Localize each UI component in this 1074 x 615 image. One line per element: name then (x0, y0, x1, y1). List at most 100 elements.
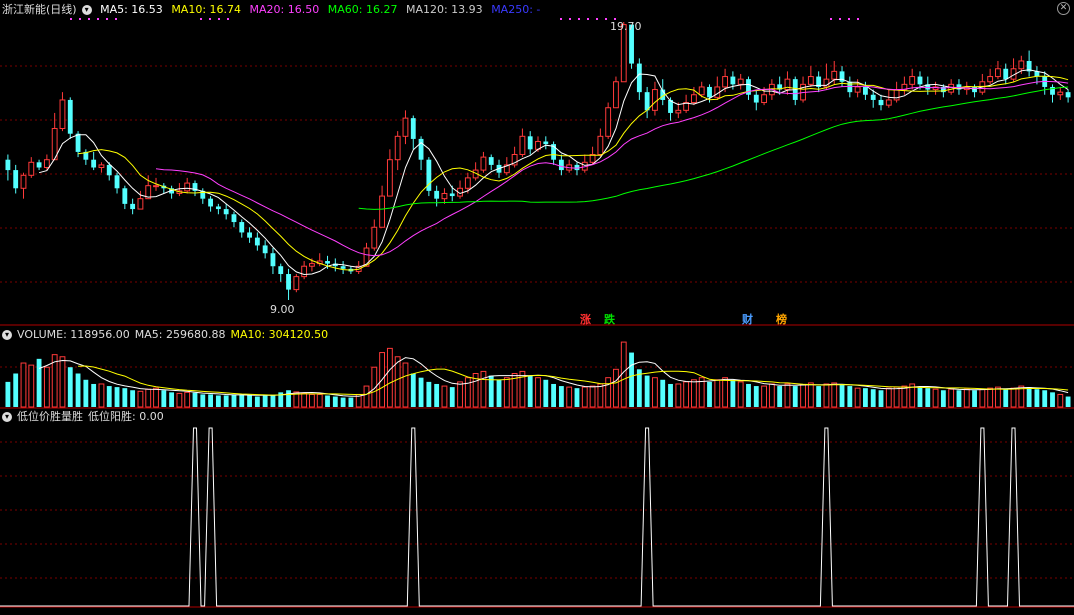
volume-value: VOLUME: 118956.00 (17, 328, 130, 341)
candle-up (28, 161, 35, 176)
volume-bar-up (714, 379, 721, 408)
volume-bar-down (239, 394, 245, 407)
volume-bar-down (169, 392, 175, 407)
candle-up (987, 76, 994, 83)
tag-fall[interactable]: 跌 (604, 311, 615, 327)
volume-bar-down (629, 352, 634, 407)
volume-bar-up (963, 388, 970, 408)
volume-bar-down (543, 379, 549, 407)
candle-down (223, 209, 229, 215)
tag-rank[interactable]: 榜 (776, 311, 787, 327)
volume-bar-down (91, 383, 97, 407)
volume-bar-down (792, 386, 798, 407)
signal-dot (578, 18, 580, 20)
volume-bar-up (885, 387, 892, 408)
volume-bar-up (137, 390, 144, 408)
volume-bar-up (613, 368, 619, 408)
volume-bar-up (457, 381, 463, 408)
volume-header: ▾ VOLUME: 118956.00 MA5: 259680.88 MA10: 30… (2, 327, 333, 343)
ma10-line (78, 75, 1069, 271)
volume-bar-up (43, 366, 50, 408)
tag-rise[interactable]: 涨 (580, 311, 591, 327)
candle-up (761, 94, 767, 104)
candle-down (870, 94, 876, 100)
volume-bar-down (130, 390, 136, 407)
candle-down (247, 232, 252, 238)
candle-up (698, 86, 705, 96)
volume-bar-down (753, 386, 759, 407)
candle-down (558, 159, 564, 171)
candle-up (402, 117, 409, 137)
signal-dot (88, 18, 90, 20)
volume-bar-up (893, 386, 900, 408)
indicator-name: 低位价胜量胜 (17, 410, 83, 423)
volume-bar-down (208, 394, 214, 407)
ma60-line (358, 86, 1069, 210)
signal-dot (227, 18, 229, 20)
candle-down (917, 76, 923, 85)
volume-bar-down (668, 383, 673, 407)
candle-up (652, 89, 658, 111)
candle-up (831, 70, 838, 80)
chart-canvas[interactable] (0, 0, 1074, 615)
volume-bar-down (215, 395, 221, 407)
volume-bar-down (449, 387, 455, 407)
volume-bar-down (106, 386, 112, 407)
candle-up (675, 109, 682, 114)
volume-bar-up (690, 379, 697, 408)
stock-chart-window[interactable]: 浙江新能(日线) ▾ MA5: 16.53 MA10: 16.74 MA20: 1… (0, 0, 1074, 615)
volume-bar-down (122, 388, 128, 407)
candle-down (278, 266, 284, 275)
volume-bar-down (746, 383, 751, 407)
candle-down (340, 266, 346, 269)
volume-bar-up (605, 377, 612, 408)
candle-down (972, 86, 977, 93)
candle-up (995, 68, 1001, 78)
candle-up (20, 174, 27, 189)
candle-down (878, 99, 884, 106)
candle-down (434, 190, 440, 199)
volume-bar-down (262, 395, 268, 407)
volume-bar-down (1050, 392, 1055, 407)
volume-bar-down (1034, 389, 1040, 407)
volume-bar-up (901, 385, 908, 408)
candle-down (730, 76, 736, 85)
candle-down (527, 136, 533, 150)
candle-down (231, 214, 237, 223)
volume-bar-up (987, 387, 994, 408)
candle-up (371, 226, 378, 249)
volume-bar-down (956, 390, 962, 407)
volume-bar-up (309, 393, 315, 408)
candle-down (254, 237, 260, 246)
volume-dropdown-icon[interactable]: ▾ (2, 330, 12, 340)
candle-up (153, 185, 159, 188)
volume-ma10: MA10: 304120.50 (230, 328, 329, 341)
volume-bar-down (161, 390, 167, 407)
candle-down (262, 245, 268, 254)
volume-bar-down (223, 395, 229, 407)
volume-bar-down (496, 379, 502, 407)
signal-dot (848, 18, 850, 20)
volume-bar-down (816, 386, 822, 407)
volume-bar-up (722, 377, 729, 408)
volume-bar-down (247, 395, 252, 407)
volume-bar-up (768, 383, 775, 408)
indicator-dropdown-icon[interactable]: ▾ (2, 412, 12, 422)
candle-up (807, 76, 814, 85)
candle-down (67, 99, 73, 134)
candle-up (301, 265, 308, 278)
volume-bar-up (28, 364, 35, 408)
volume-bar-up (823, 383, 830, 408)
volume-bar-up (480, 370, 487, 408)
volume-bar-up (535, 377, 541, 408)
candle-down (5, 159, 11, 171)
candle-down (208, 198, 214, 207)
volume-bar-up (363, 385, 370, 408)
candle-down (410, 118, 416, 139)
candle-down (130, 203, 136, 210)
candle-up (737, 78, 744, 85)
candle-up (59, 99, 66, 130)
tag-finance[interactable]: 财 (742, 311, 753, 327)
candle-down (753, 94, 759, 103)
volume-bar-up (503, 377, 510, 408)
